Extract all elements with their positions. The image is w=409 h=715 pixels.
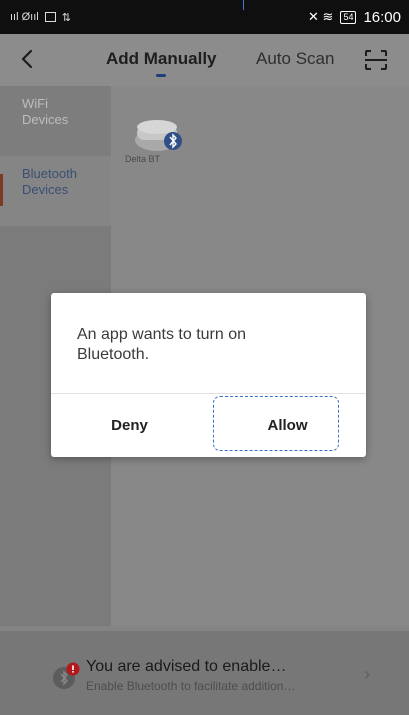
device-label: Delta BT (125, 154, 161, 164)
status-bar: ııl Øııl ⇅ ✕ ≋ 54 16:00 (0, 0, 409, 34)
clock: 16:00 (363, 8, 401, 26)
chevron-left-icon[interactable] (16, 45, 40, 73)
header: Add Manually Auto Scan (0, 34, 409, 86)
enable-bluetooth-banner[interactable]: You are advised to enable… Enable Blueto… (0, 631, 409, 715)
image-icon (44, 12, 56, 22)
banner-subtitle: Enable Bluetooth to facilitate addition… (86, 679, 296, 693)
bluetooth-permission-dialog: An app wants to turn on Bluetooth. Deny … (51, 293, 366, 457)
signal-indicators: ııl Øııl (10, 11, 39, 23)
active-tab-indicator (156, 74, 166, 77)
status-right-icons: ✕ ≋ (308, 9, 334, 24)
top-accent-line (243, 0, 244, 10)
sidebar-item-bluetooth[interactable]: Bluetooth Devices (0, 156, 111, 226)
banner-title: You are advised to enable… (86, 658, 287, 675)
bluetooth-alert-icon (53, 662, 80, 689)
device-card[interactable] (129, 106, 193, 176)
transfer-icon: ⇅ (61, 11, 71, 24)
battery-icon: 54 (340, 10, 357, 24)
scan-icon[interactable] (364, 49, 388, 71)
sidebar-item-label: WiFi Devices (22, 96, 69, 127)
tab-auto-scan[interactable]: Auto Scan (256, 49, 334, 69)
chevron-right-icon[interactable]: › (364, 664, 370, 685)
deny-button[interactable]: Deny (51, 393, 208, 457)
dialog-message: An app wants to turn on Bluetooth. (77, 326, 246, 363)
allow-button[interactable]: Allow (209, 393, 366, 457)
status-right: ✕ ≋ 54 16:00 (308, 9, 401, 26)
sidebar-item-label: Bluetooth Devices (22, 166, 77, 197)
tab-add-manually[interactable]: Add Manually (106, 49, 217, 69)
sidebar-item-wifi[interactable]: WiFi Devices (0, 86, 111, 156)
sidebar-active-indicator (0, 174, 3, 206)
status-left: ııl Øııl ⇅ (10, 11, 71, 24)
